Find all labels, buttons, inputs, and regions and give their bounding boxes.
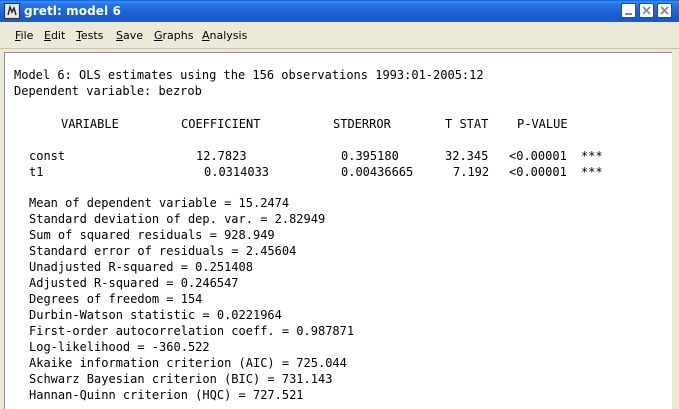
stat-adjusted-r2: Adjusted R-squared = 0.246547 [29, 276, 239, 290]
menu-file[interactable]: File [15, 29, 33, 42]
col-header-stderror: STDERROR [333, 117, 391, 131]
stat-aic: Akaike information criterion (AIC) = 725… [29, 356, 347, 370]
menu-tests[interactable]: Tests [76, 29, 103, 42]
stat-se-residuals: Standard error of residuals = 2.45604 [29, 244, 297, 258]
menu-save[interactable]: Save [116, 29, 143, 42]
row-pvalue: <0.00001 [509, 165, 567, 179]
row-coefficient: 12.7823 [196, 149, 247, 163]
col-header-variable: VARIABLE [61, 117, 119, 131]
maximize-button[interactable] [639, 3, 654, 18]
menu-edit[interactable]: Edit [44, 29, 65, 42]
stat-log-likelihood: Log-likelihood = -360.522 [29, 340, 210, 354]
close-icon [660, 6, 669, 15]
stat-autocorrelation: First-order autocorrelation coeff. = 0.9… [29, 324, 355, 338]
close-button[interactable] [657, 3, 672, 18]
stat-hqc: Hannan-Quinn criterion (HQC) = 727.521 [29, 388, 304, 402]
col-header-coefficient: COEFFICIENT [181, 117, 261, 131]
row-significance-stars: *** [581, 165, 603, 179]
gretl-app-icon[interactable] [4, 3, 20, 19]
model-output-text[interactable]: Model 6: OLS estimates using the 156 obs… [4, 52, 672, 409]
model-header: Model 6: OLS estimates using the 156 obs… [14, 68, 484, 82]
dependent-variable-line: Dependent variable: bezrob [14, 84, 202, 98]
menu-bar: File Edit Tests Save Graphs Analysis [0, 22, 679, 49]
col-header-pvalue: P-VALUE [517, 117, 568, 131]
row-pvalue: <0.00001 [509, 149, 567, 163]
stat-durbin-watson: Durbin-Watson statistic = 0.0221964 [29, 308, 282, 322]
stat-mean-dependent: Mean of dependent variable = 15.2474 [29, 196, 290, 210]
menu-graphs[interactable]: Graphs [154, 29, 193, 42]
row-variable-name: t1 [29, 165, 44, 179]
stat-ssr: Sum of squared residuals = 928.949 [29, 228, 275, 242]
minimize-icon [625, 13, 632, 15]
title-bar[interactable]: gretl: model 6 [0, 0, 679, 22]
col-header-tstat: T STAT [445, 117, 489, 131]
window-right-border [672, 52, 679, 409]
window-title: gretl: model 6 [24, 4, 121, 18]
maximize-icon [642, 6, 651, 15]
row-tstat: 7.192 [453, 165, 490, 179]
row-variable-name: const [29, 149, 66, 163]
stat-std-dev-dependent: Standard deviation of dep. var. = 2.8294… [29, 212, 326, 226]
row-coefficient: 0.0314033 [204, 165, 270, 179]
menu-analysis[interactable]: Analysis [202, 29, 247, 42]
row-stderror: 0.00436665 [341, 165, 414, 179]
row-stderror: 0.395180 [341, 149, 399, 163]
row-tstat: 32.345 [445, 149, 489, 163]
stat-degrees-of-freedom: Degrees of freedom = 154 [29, 292, 203, 306]
row-significance-stars: *** [581, 149, 603, 163]
stat-unadjusted-r2: Unadjusted R-squared = 0.251408 [29, 260, 253, 274]
stat-bic: Schwarz Bayesian criterion (BIC) = 731.1… [29, 372, 333, 386]
minimize-button[interactable] [621, 3, 636, 18]
